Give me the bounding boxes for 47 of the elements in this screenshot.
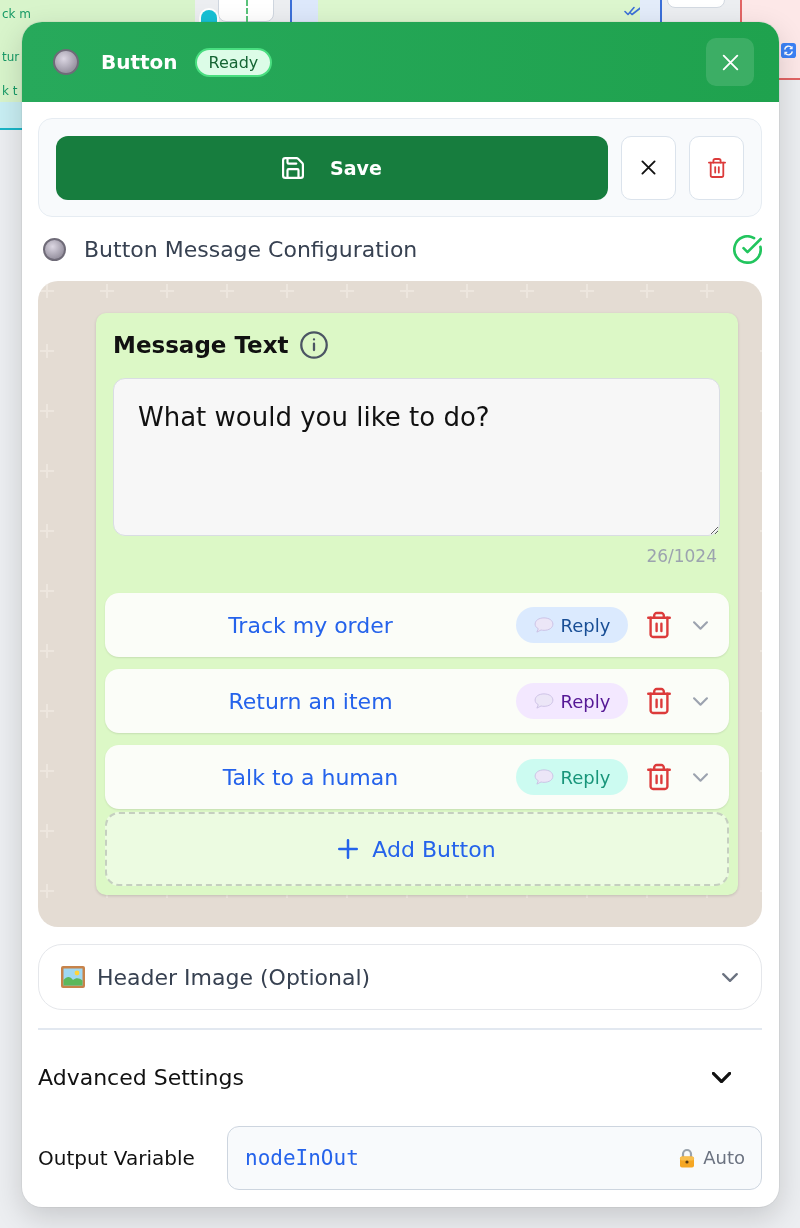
status-dot-icon	[53, 49, 79, 75]
trash-icon[interactable]	[647, 611, 671, 639]
add-button[interactable]: Add Button	[105, 812, 729, 886]
message-text-label: Message Text	[113, 332, 289, 358]
speech-bubble-icon	[533, 769, 554, 785]
panel-title: Button	[101, 50, 178, 74]
character-counter: 26/1024	[646, 546, 717, 566]
trash-icon	[707, 157, 726, 178]
node-button[interactable]	[218, 0, 274, 22]
picture-icon	[61, 966, 85, 988]
reply-button-card[interactable]: Talk to a human Reply	[105, 745, 729, 809]
speech-bubble-icon	[533, 693, 554, 709]
speech-bubble-icon	[533, 617, 554, 633]
double-check-icon	[624, 6, 642, 16]
trash-icon[interactable]	[647, 763, 671, 791]
node-row-text: k t	[2, 84, 18, 98]
reply-button-card[interactable]: Track my order Reply	[105, 593, 729, 657]
status-dot-icon	[43, 237, 66, 261]
reply-button-label: Return an item	[227, 688, 394, 714]
close-button[interactable]	[706, 38, 754, 86]
lock-icon	[679, 1147, 696, 1168]
node-row-text: ck m	[2, 7, 32, 21]
message-text-field[interactable]: What would you like to do?	[113, 378, 720, 536]
refresh-icon[interactable]	[781, 43, 796, 58]
badge-text: Reply	[560, 614, 611, 636]
advanced-settings-label[interactable]: Advanced Settings	[38, 1065, 244, 1090]
plus-icon	[338, 839, 359, 859]
info-icon[interactable]	[299, 331, 328, 359]
node-row-text: tur	[2, 50, 20, 64]
header-image-section[interactable]: Header Image (Optional)	[38, 944, 762, 1010]
close-icon	[641, 160, 656, 175]
cancel-button[interactable]	[621, 135, 676, 200]
output-variable-label: Output Variable	[38, 1145, 196, 1170]
badge-text: Reply	[560, 766, 611, 788]
auto-label: Auto	[703, 1147, 745, 1168]
status-badge: Ready	[194, 47, 273, 77]
reply-button-label: Track my order	[227, 612, 394, 638]
badge-text: Reply	[560, 690, 611, 712]
trash-icon[interactable]	[647, 687, 671, 715]
reply-button-label: Talk to a human	[221, 764, 400, 790]
save-icon	[282, 156, 305, 179]
reply-button-card[interactable]: Return an item Reply	[105, 669, 729, 733]
chevron-down-icon[interactable]	[712, 1072, 731, 1083]
section-title: Button Message Configuration	[84, 236, 418, 262]
close-icon	[721, 53, 739, 71]
delete-button[interactable]	[689, 135, 744, 200]
save-button[interactable]: Save	[56, 135, 608, 200]
